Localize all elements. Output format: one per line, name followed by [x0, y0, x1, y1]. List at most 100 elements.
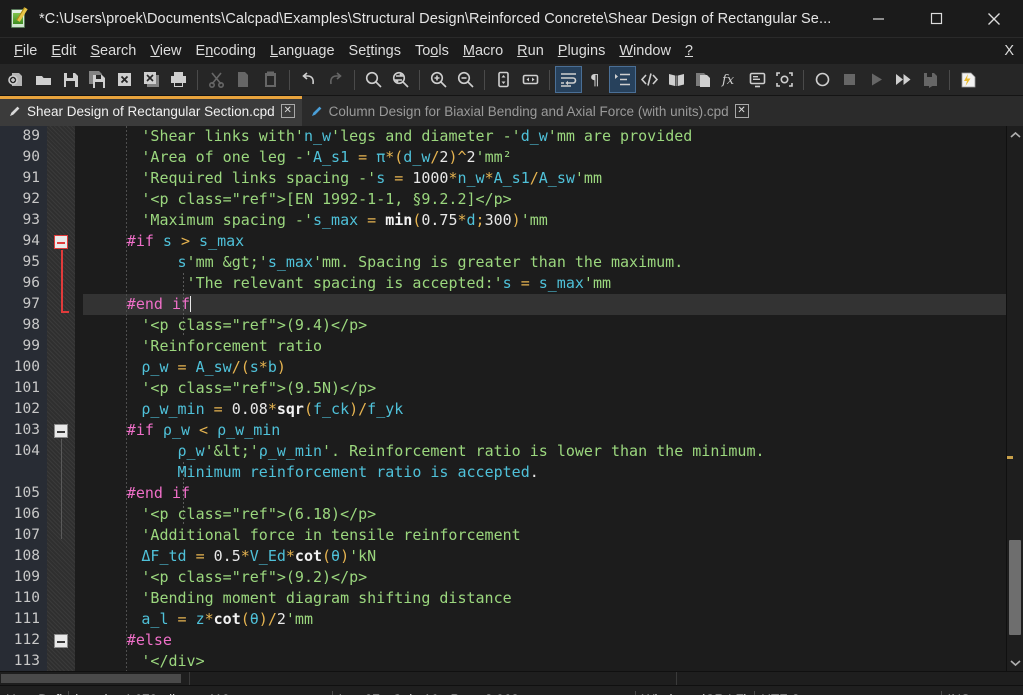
- svg-text:fx: fx: [721, 73, 735, 88]
- word-wrap-icon[interactable]: [555, 66, 582, 93]
- code-line[interactable]: 'Required links spacing -'s = 1000*n_w*A…: [83, 168, 1006, 189]
- menu-item-edit[interactable]: Edit: [44, 41, 83, 61]
- open-book-icon[interactable]: [663, 66, 690, 93]
- code-line[interactable]: ΔF_td = 0.5*V_Ed*cot(θ)'kN: [83, 546, 1006, 567]
- printer-icon[interactable]: [165, 66, 192, 93]
- redo-arrow-icon[interactable]: [322, 66, 349, 93]
- save-macro-icon[interactable]: [917, 66, 944, 93]
- minimize-button[interactable]: [849, 0, 907, 37]
- line-number: 100: [0, 357, 40, 378]
- code-line[interactable]: '<p class="ref">[EN 1992-1-1, §9.2.2]</p…: [83, 189, 1006, 210]
- code-line[interactable]: #end if: [83, 483, 1006, 504]
- scissors-icon[interactable]: [203, 66, 230, 93]
- horizontal-scrollbar-track[interactable]: [0, 672, 1023, 685]
- find-replace-icon[interactable]: [387, 66, 414, 93]
- tab-close-button[interactable]: ✕: [735, 104, 749, 118]
- code-folding-margin[interactable]: [47, 126, 75, 671]
- code-line[interactable]: '<p class="ref">(9.4)</p>: [83, 315, 1006, 336]
- menu-item-encoding[interactable]: Encoding: [189, 41, 263, 61]
- status-document-type[interactable]: User Defi: [0, 686, 68, 695]
- code-line[interactable]: #if ρ_w < ρ_w_min: [83, 420, 1006, 441]
- menu-item-view[interactable]: View: [143, 41, 188, 61]
- document-list-icon[interactable]: [690, 66, 717, 93]
- open-folder-icon[interactable]: [30, 66, 57, 93]
- code-line[interactable]: ρ_w_min = 0.08*sqr(f_ck)/f_yk: [83, 399, 1006, 420]
- indent-guide-icon[interactable]: [609, 66, 636, 93]
- close-button[interactable]: [965, 0, 1023, 37]
- menu-item-language[interactable]: Language: [263, 41, 342, 61]
- magnifier-minus-icon[interactable]: [452, 66, 479, 93]
- menu-item-tools[interactable]: Tools: [408, 41, 456, 61]
- fx-icon[interactable]: fx: [717, 66, 744, 93]
- menu-item-run[interactable]: Run: [510, 41, 551, 61]
- menu-item-macro[interactable]: Macro: [456, 41, 510, 61]
- new-document-icon[interactable]: [3, 66, 30, 93]
- code-line[interactable]: '<p class="ref">(6.18)</p>: [83, 504, 1006, 525]
- menu-item-settings[interactable]: Settings: [342, 41, 408, 61]
- close-document-icon[interactable]: [111, 66, 138, 93]
- menu-item-plugins[interactable]: Plugins: [551, 41, 613, 61]
- pilcrow-icon[interactable]: ¶: [582, 66, 609, 93]
- menu-item-file[interactable]: File: [7, 41, 44, 61]
- menu-item-search[interactable]: Search: [83, 41, 143, 61]
- record-circle-icon[interactable]: [809, 66, 836, 93]
- vertical-scrollbar[interactable]: [1006, 126, 1023, 671]
- maximize-button[interactable]: [907, 0, 965, 37]
- horizontal-scrollbar-thumb[interactable]: [1, 674, 181, 683]
- status-column-number: Col : 16: [386, 686, 445, 695]
- code-line[interactable]: #else: [83, 630, 1006, 651]
- vertical-scrollbar-thumb[interactable]: [1009, 540, 1021, 635]
- code-line[interactable]: ρ_w = A_sw/(s*b): [83, 357, 1006, 378]
- code-line[interactable]: 'Reinforcement ratio: [83, 336, 1006, 357]
- tab-close-button[interactable]: ✕: [281, 104, 295, 118]
- tab-column-design[interactable]: Column Design for Biaxial Bending and Ax…: [302, 96, 756, 126]
- code-line-current[interactable]: #end if: [83, 294, 1006, 315]
- menu-item-help[interactable]: ?: [678, 41, 700, 61]
- code-line[interactable]: ρ_w'&lt;'ρ_w_min'. Reinforcement ratio i…: [83, 441, 1006, 462]
- code-line[interactable]: '<p class="ref">(9.2)</p>: [83, 567, 1006, 588]
- fast-forward-icon[interactable]: [890, 66, 917, 93]
- code-line[interactable]: 'Maximum spacing -'s_max = min(0.75*d;30…: [83, 210, 1006, 231]
- sync-vertical-icon[interactable]: [490, 66, 517, 93]
- code-text-area[interactable]: 'Shear links with'n_w'legs and diameter …: [75, 126, 1006, 671]
- monitor-icon[interactable]: [744, 66, 771, 93]
- fold-toggle-line-103[interactable]: [54, 424, 68, 438]
- play-triangle-icon[interactable]: [863, 66, 890, 93]
- code-editor[interactable]: 8990919293949596979899100101102103104105…: [0, 126, 1023, 671]
- code-line[interactable]: 'The relevant spacing is accepted:'s = s…: [83, 273, 1006, 294]
- code-line[interactable]: s'mm &gt;'s_max'mm. Spacing is greater t…: [83, 252, 1006, 273]
- code-line[interactable]: Minimum reinforcement ratio is accepted.: [83, 462, 1006, 483]
- code-line[interactable]: '<p class="ref">(9.5N)</p>: [83, 378, 1006, 399]
- focus-frame-icon[interactable]: [771, 66, 798, 93]
- code-line[interactable]: 'Bending moment diagram shifting distanc…: [83, 588, 1006, 609]
- menu-item-window[interactable]: Window: [612, 41, 678, 61]
- magnifier-plus-icon[interactable]: [425, 66, 452, 93]
- close-document-menu-button[interactable]: X: [1004, 43, 1014, 59]
- tab-shear-design[interactable]: Shear Design of Rectangular Section.cpd …: [0, 96, 302, 126]
- run-document-icon[interactable]: [955, 66, 982, 93]
- angle-brackets-icon[interactable]: [636, 66, 663, 93]
- magnifier-icon[interactable]: [360, 66, 387, 93]
- horizontal-scrollbar[interactable]: [0, 671, 1023, 685]
- scrollbar-divider: [676, 672, 677, 685]
- code-line[interactable]: a_l = z*cot(θ)/2'mm: [83, 609, 1006, 630]
- code-line[interactable]: #if s > s_max: [83, 231, 1006, 252]
- undo-arrow-icon[interactable]: [295, 66, 322, 93]
- fold-toggle-line-94[interactable]: [54, 235, 68, 249]
- save-all-icon[interactable]: [84, 66, 111, 93]
- code-line[interactable]: 'Area of one leg -'A_s1 = π*(d_w/2)^2'mm…: [83, 147, 1006, 168]
- resize-grip[interactable]: [1005, 692, 1021, 695]
- paste-icon[interactable]: [257, 66, 284, 93]
- status-insert-mode[interactable]: INS: [942, 686, 977, 695]
- scroll-up-arrow[interactable]: [1007, 126, 1023, 143]
- code-line[interactable]: 'Shear links with'n_w'legs and diameter …: [83, 126, 1006, 147]
- close-all-documents-icon[interactable]: [138, 66, 165, 93]
- stop-square-icon[interactable]: [836, 66, 863, 93]
- save-icon[interactable]: [57, 66, 84, 93]
- sync-horizontal-icon[interactable]: [517, 66, 544, 93]
- copy-icon[interactable]: [230, 66, 257, 93]
- scroll-down-arrow[interactable]: [1007, 654, 1023, 671]
- fold-toggle-line-112[interactable]: [54, 634, 68, 648]
- code-line[interactable]: 'Additional force in tensile reinforceme…: [83, 525, 1006, 546]
- code-line[interactable]: '</div>: [83, 651, 1006, 671]
